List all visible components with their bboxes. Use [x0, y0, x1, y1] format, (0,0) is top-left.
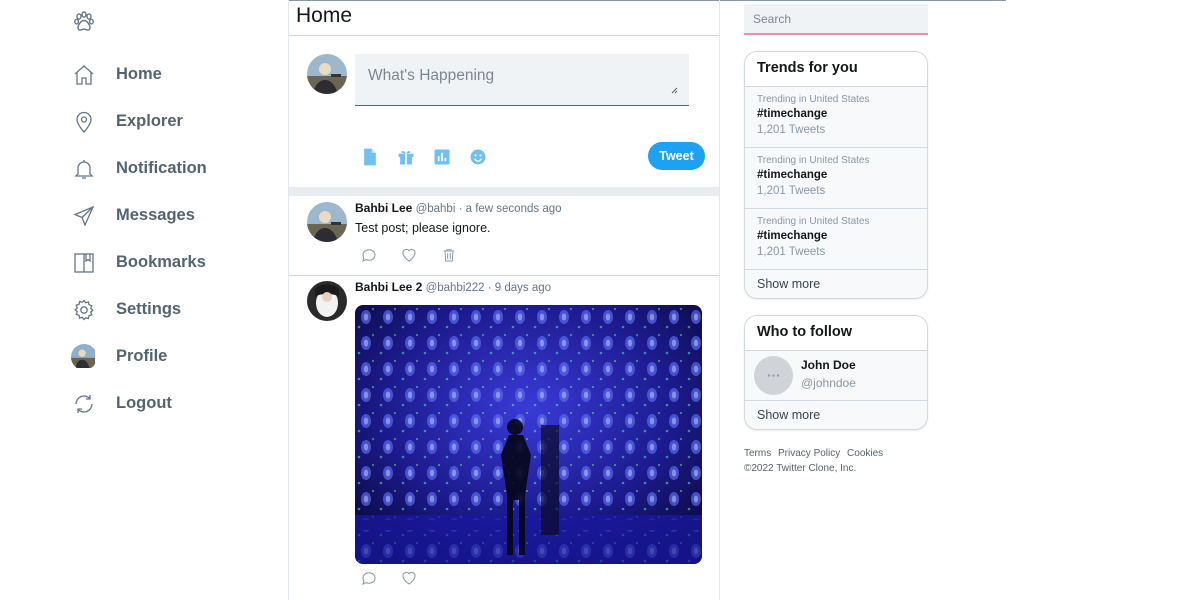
sidebar-item-label: Logout: [116, 394, 172, 412]
tweet-composer: Tweet: [289, 36, 719, 188]
heart-icon[interactable]: [399, 569, 419, 587]
gear-icon: [70, 296, 98, 324]
trend-item[interactable]: Trending in United States #timechange 1,…: [745, 209, 927, 270]
sidebar: Home Explorer Notification Messages Book…: [70, 0, 280, 600]
main-feed: Home Tweet: [288, 0, 720, 600]
sidebar-item-label: Settings: [116, 300, 182, 318]
follow-name: John Doe: [801, 358, 856, 372]
tweet-author-handle: @bahbi222: [425, 282, 485, 294]
profile-avatar-wrap: [70, 343, 98, 371]
heart-icon[interactable]: [399, 246, 419, 264]
copyright: ©2022 Twitter Clone, Inc.: [744, 463, 857, 474]
search-input[interactable]: [744, 4, 928, 35]
sidebar-item-profile[interactable]: Profile: [70, 333, 280, 380]
comment-icon[interactable]: [359, 246, 379, 264]
gift-icon[interactable]: [395, 146, 417, 168]
lantern-room-photo: [355, 305, 702, 564]
terms-link[interactable]: Terms: [744, 448, 771, 459]
trash-icon[interactable]: [439, 246, 459, 264]
sidebar-item-label: Explorer: [116, 112, 183, 130]
trend-context: Trending in United States: [757, 155, 870, 166]
follow-title: Who to follow: [745, 316, 927, 351]
poll-icon[interactable]: [431, 146, 453, 168]
tweet-header: Bahbi Lee 2 @bahbi222 · 9 days ago: [355, 280, 551, 294]
sidebar-item-bookmarks[interactable]: Bookmarks: [70, 239, 280, 286]
trend-count: 1,201 Tweets: [757, 185, 826, 197]
tweet-timestamp: · 9 days ago: [487, 282, 552, 294]
sidebar-item-label: Bookmarks: [116, 253, 206, 271]
trend-item[interactable]: Trending in United States #timechange 1,…: [745, 87, 927, 148]
emoji-icon[interactable]: [467, 146, 489, 168]
composer-tools: [359, 146, 503, 168]
sidebar-item-logout[interactable]: Logout: [70, 380, 280, 427]
sidebar-item-label: Home: [116, 65, 162, 83]
sidebar-item-label: Notification: [116, 159, 207, 177]
tweet-timestamp: · a few seconds ago: [458, 203, 562, 215]
tweet-author-name[interactable]: Bahbi Lee 2: [355, 280, 422, 294]
sidebar-item-explorer[interactable]: Explorer: [70, 98, 280, 145]
resize-handle-icon[interactable]: [670, 86, 678, 94]
sidebar-item-label: Messages: [116, 206, 195, 224]
paw-icon[interactable]: [72, 10, 96, 34]
file-icon[interactable]: [359, 146, 381, 168]
follow-show-more-link[interactable]: Show more: [745, 401, 927, 429]
sidebar-item-home[interactable]: Home: [70, 51, 280, 98]
tweet-author-name[interactable]: Bahbi Lee: [355, 201, 412, 215]
tweet[interactable]: Bahbi Lee @bahbi · a few seconds ago Tes…: [289, 196, 719, 276]
comment-icon[interactable]: [359, 569, 379, 587]
privacy-policy-link[interactable]: Privacy Policy: [778, 448, 840, 459]
home-icon: [70, 61, 98, 89]
tweet-text: Test post; please ignore.: [355, 221, 491, 235]
tweet-author-handle: @bahbi: [415, 203, 456, 215]
trend-context: Trending in United States: [757, 216, 870, 227]
logout-icon: [70, 390, 98, 418]
compose-input[interactable]: [355, 54, 689, 106]
bell-icon: [70, 155, 98, 183]
trend-count: 1,201 Tweets: [757, 246, 826, 258]
nav-menu: Home Explorer Notification Messages Book…: [70, 51, 280, 427]
cookies-link[interactable]: Cookies: [847, 448, 883, 459]
footer-links: Terms Privacy Policy Cookies: [744, 448, 887, 459]
location-pin-icon: [70, 108, 98, 136]
trend-hashtag: #timechange: [757, 230, 828, 242]
sidebar-item-notification[interactable]: Notification: [70, 145, 280, 192]
tweet-header: Bahbi Lee @bahbi · a few seconds ago: [355, 201, 562, 215]
trends-title: Trends for you: [745, 52, 927, 87]
avatar[interactable]: [307, 202, 347, 242]
follow-suggestion[interactable]: John Doe @johndoe: [745, 351, 927, 401]
tweet[interactable]: Bahbi Lee 2 @bahbi222 · 9 days ago: [289, 275, 719, 600]
tweet-actions: [359, 246, 479, 264]
sidebar-item-messages[interactable]: Messages: [70, 192, 280, 239]
send-icon: [70, 202, 98, 230]
trends-card: Trends for you Trending in United States…: [744, 51, 928, 299]
sidebar-item-label: Profile: [116, 347, 168, 365]
follow-handle: @johndoe: [801, 376, 856, 390]
tweet-actions: [359, 569, 439, 587]
trend-context: Trending in United States: [757, 94, 870, 105]
avatar: [754, 356, 793, 395]
tweet-image[interactable]: [355, 305, 702, 564]
trends-show-more-link[interactable]: Show more: [745, 270, 927, 298]
page-title: Home: [296, 4, 353, 27]
avatar: [307, 54, 347, 94]
avatar: [71, 343, 97, 370]
tweet-button[interactable]: Tweet: [648, 142, 705, 170]
trend-item[interactable]: Trending in United States #timechange 1,…: [745, 148, 927, 209]
divider: [289, 187, 719, 196]
trend-hashtag: #timechange: [757, 169, 828, 181]
avatar[interactable]: [307, 281, 347, 321]
sidebar-item-settings[interactable]: Settings: [70, 286, 280, 333]
trend-hashtag: #timechange: [757, 108, 828, 120]
bookmark-icon: [70, 249, 98, 277]
trend-count: 1,201 Tweets: [757, 124, 826, 136]
who-to-follow-card: Who to follow John Doe @johndoe Show mor…: [744, 315, 928, 430]
